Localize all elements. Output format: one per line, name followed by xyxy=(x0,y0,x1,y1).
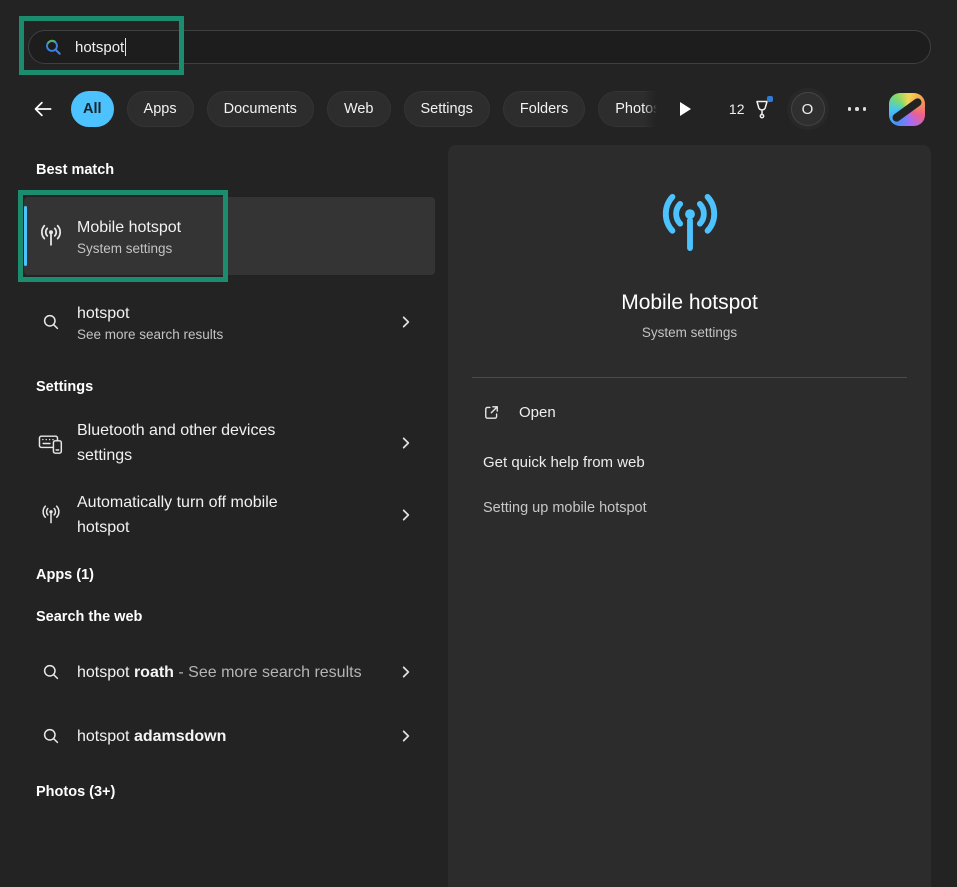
detail-title: Mobile hotspot xyxy=(448,289,931,316)
chevron-right-icon xyxy=(399,436,413,450)
search-the-web-header: Search the web xyxy=(36,609,448,625)
avatar-initial: O xyxy=(802,101,814,118)
chevron-right-icon xyxy=(399,508,413,522)
rewards-button[interactable]: 12 xyxy=(729,98,772,120)
tab-photos[interactable]: Photos xyxy=(598,91,657,127)
open-external-icon xyxy=(483,404,500,421)
search-icon xyxy=(24,662,77,682)
mobile-hotspot-icon xyxy=(653,187,727,261)
result-see-more-search[interactable]: hotspot See more search results xyxy=(24,296,435,348)
apps-header: Apps (1) xyxy=(36,567,448,583)
toolbar-right-cluster: 12 O xyxy=(729,92,931,126)
settings-header: Settings xyxy=(36,379,448,395)
result-bluetooth-devices-settings[interactable]: Bluetooth and other devices settings xyxy=(24,415,435,471)
search-icon xyxy=(24,312,77,332)
chevron-right-icon xyxy=(399,315,413,329)
tab-web[interactable]: Web xyxy=(327,91,391,127)
result-web-hotspot-roath[interactable]: hotspot roath - See more search results xyxy=(24,644,435,700)
result-web-hotspot-adamsdown[interactable]: hotspot adamsdown xyxy=(24,714,435,758)
search-icon xyxy=(43,37,64,58)
open-label: Open xyxy=(519,404,556,421)
tab-all[interactable]: All xyxy=(71,91,114,127)
open-action[interactable]: Open xyxy=(483,404,556,421)
copilot-button[interactable] xyxy=(889,93,925,126)
selection-accent-bar xyxy=(24,206,27,266)
user-avatar[interactable]: O xyxy=(791,92,825,126)
more-filters-button[interactable] xyxy=(672,94,698,124)
result-title: Bluetooth and other devices settings xyxy=(77,418,321,468)
result-title: Automatically turn off mobile hotspot xyxy=(77,490,321,540)
result-detail-panel: Mobile hotspot System settings Open Get … xyxy=(448,145,931,887)
hotspot-icon xyxy=(24,503,77,527)
tab-folders[interactable]: Folders xyxy=(503,91,585,127)
chevron-right-icon xyxy=(399,665,413,679)
chevron-right-icon xyxy=(399,729,413,743)
result-title: hotspot roath - See more search results xyxy=(77,660,391,685)
search-results-column: Best match Mobile hotspot System setting… xyxy=(0,145,448,800)
help-link-setting-up-hotspot[interactable]: Setting up mobile hotspot xyxy=(483,500,647,516)
tab-documents[interactable]: Documents xyxy=(207,91,314,127)
search-icon xyxy=(24,726,77,746)
notification-dot xyxy=(767,96,773,102)
result-title: Mobile hotspot xyxy=(77,215,435,240)
text-caret xyxy=(125,38,126,56)
tab-apps[interactable]: Apps xyxy=(127,91,194,127)
quick-help-heading: Get quick help from web xyxy=(483,454,931,471)
divider xyxy=(472,377,907,378)
search-query-text: hotspot xyxy=(75,39,124,56)
best-match-header: Best match xyxy=(36,145,448,178)
result-subtitle: System settings xyxy=(77,240,435,258)
photos-header: Photos (3+) xyxy=(36,784,448,800)
rewards-icon xyxy=(752,98,772,120)
devices-icon xyxy=(24,430,77,457)
detail-subtitle: System settings xyxy=(448,324,931,341)
back-arrow-icon xyxy=(32,98,54,120)
search-input[interactable]: hotspot xyxy=(28,30,931,64)
more-options-button[interactable] xyxy=(844,103,871,115)
hotspot-icon xyxy=(24,222,77,250)
result-mobile-hotspot[interactable]: Mobile hotspot System settings xyxy=(24,197,435,275)
result-auto-turn-off-hotspot[interactable]: Automatically turn off mobile hotspot xyxy=(24,487,435,543)
ellipsis-icon xyxy=(848,107,852,111)
play-icon xyxy=(680,102,691,116)
result-title: hotspot adamsdown xyxy=(77,724,391,749)
result-title: hotspot xyxy=(77,301,399,326)
rewards-count: 12 xyxy=(729,101,745,117)
filter-tab-bar: All Apps Documents Web Settings Folders … xyxy=(28,88,931,130)
windows-search-panel: hotspot All Apps Documents Web Settings … xyxy=(0,0,957,887)
tab-settings[interactable]: Settings xyxy=(404,91,490,127)
result-subtitle: See more search results xyxy=(77,326,399,344)
back-button[interactable] xyxy=(28,94,58,124)
